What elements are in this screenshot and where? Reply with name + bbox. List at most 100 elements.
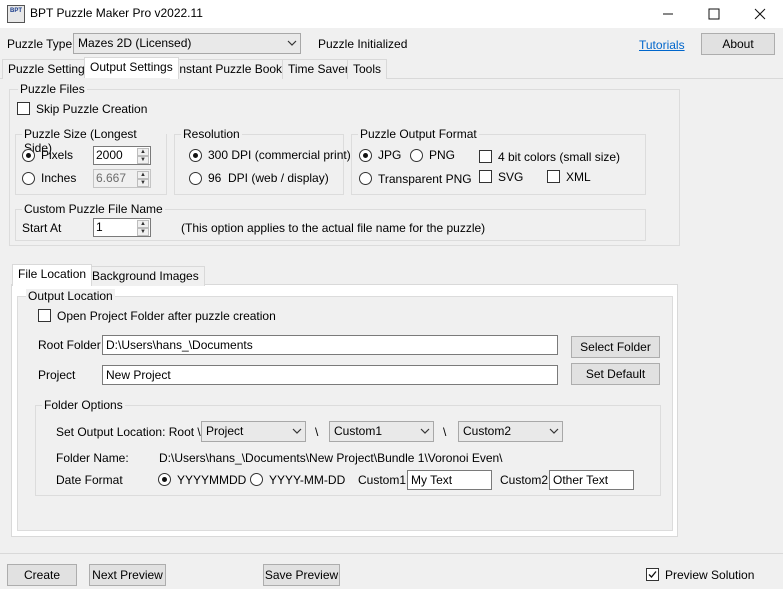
inches-label: Inches: [41, 171, 77, 185]
save-preview-button[interactable]: Save Preview: [263, 564, 340, 586]
set-default-button[interactable]: Set Default: [571, 363, 660, 385]
minimize-icon: [663, 13, 673, 15]
output-location-title: Output Location: [26, 289, 115, 303]
tab-output-settings[interactable]: Output Settings: [84, 57, 179, 79]
output-combo-3[interactable]: Custom2: [458, 421, 563, 442]
tab-joiner: [84, 78, 170, 80]
next-preview-button[interactable]: Next Preview: [89, 564, 166, 586]
puzzle-type-label: Puzzle Type: [7, 37, 73, 51]
set-output-label: Set Output Location: Root \: [56, 425, 201, 439]
pixels-spinner[interactable]: 2000 ▲ ▼: [93, 146, 151, 165]
custom1-label: Custom1:: [358, 473, 410, 487]
output-combo-1[interactable]: Project: [201, 421, 306, 442]
window-title: BPT Puzzle Maker Pro v2022.11: [30, 6, 203, 20]
output-combo-1-value: Project: [206, 424, 244, 438]
date-yyyy-mm-dd-radio[interactable]: [250, 473, 263, 486]
start-at-spinner[interactable]: 1 ▲ ▼: [93, 218, 151, 237]
date-yyyymmdd-label: YYYYMMDD: [177, 473, 247, 487]
maximize-button[interactable]: [691, 0, 737, 28]
bit4-checkbox[interactable]: [479, 150, 492, 163]
close-button[interactable]: [737, 0, 783, 28]
custom2-input[interactable]: Other Text: [549, 470, 634, 490]
xml-label: XML: [566, 170, 591, 184]
transparent-png-radio[interactable]: [359, 172, 372, 185]
tab-background-images[interactable]: Background Images: [86, 266, 205, 286]
open-folder-checkbox[interactable]: [38, 309, 51, 322]
jpg-radio[interactable]: [359, 149, 372, 162]
resolution-group: Resolution: [174, 127, 344, 195]
folder-options-title: Folder Options: [42, 398, 125, 412]
select-folder-button[interactable]: Select Folder: [571, 336, 660, 358]
svg-label: SVG: [498, 170, 524, 184]
output-combo-2[interactable]: Custom1: [329, 421, 434, 442]
status-text: Puzzle Initialized: [318, 37, 408, 51]
output-format-title: Puzzle Output Format: [358, 127, 479, 141]
skip-puzzle-checkbox[interactable]: [17, 102, 30, 115]
chevron-down-icon: [549, 428, 559, 434]
tab-puzzle-settings[interactable]: Puzzle Settings: [2, 59, 97, 79]
pixels-value: 2000: [96, 148, 123, 162]
spin-down-icon[interactable]: ▼: [137, 156, 149, 164]
open-folder-label: Open Project Folder after puzzle creatio…: [57, 309, 276, 323]
transparent-png-label: Transparent PNG: [378, 172, 472, 186]
pixels-radio[interactable]: [22, 149, 35, 162]
folder-name-value: D:\Users\hans_\Documents\New Project\Bun…: [159, 451, 503, 465]
custom-name-note: (This option applies to the actual file …: [181, 221, 486, 235]
about-button[interactable]: About: [701, 33, 775, 55]
svg-checkbox[interactable]: [479, 170, 492, 183]
tab-time-saver[interactable]: Time Saver: [282, 59, 355, 79]
tab-instant-puzzle-books[interactable]: Instant Puzzle Books: [170, 59, 295, 79]
puzzle-type-select[interactable]: Mazes 2D (Licensed): [73, 33, 301, 54]
app-icon-text: BPT: [10, 8, 22, 14]
chevron-down-icon: [292, 428, 302, 434]
spin-down-icon[interactable]: ▼: [137, 228, 149, 236]
skip-puzzle-label: Skip Puzzle Creation: [36, 102, 148, 116]
dpi-96-label: 96 DPI (web / display): [208, 171, 329, 185]
custom-name-title: Custom Puzzle File Name: [22, 202, 165, 216]
tab-tools[interactable]: Tools: [347, 59, 388, 79]
start-at-value: 1: [96, 220, 103, 234]
preview-solution-label: Preview Solution: [665, 568, 755, 582]
date-yyyy-mm-dd-label: YYYY-MM-DD: [269, 473, 346, 487]
spin-up-icon[interactable]: ▲: [137, 148, 149, 156]
output-combo-2-value: Custom1: [334, 424, 383, 438]
create-button[interactable]: Create: [7, 564, 77, 586]
check-icon: [648, 571, 657, 578]
app-icon: BPT: [7, 5, 25, 23]
minimize-button[interactable]: [645, 0, 691, 28]
close-icon: [754, 8, 766, 20]
custom2-label: Custom2:: [500, 473, 552, 487]
resolution-title: Resolution: [181, 127, 242, 141]
spin-up-icon[interactable]: ▲: [137, 171, 149, 179]
path-separator: \: [443, 425, 447, 439]
custom1-input[interactable]: My Text: [407, 470, 492, 490]
tutorials-link[interactable]: Tutorials: [639, 38, 685, 52]
spin-up-icon[interactable]: ▲: [137, 220, 149, 228]
pixels-label: Pixels: [41, 148, 74, 162]
project-input[interactable]: New Project: [102, 365, 558, 385]
date-yyyymmdd-radio[interactable]: [158, 473, 171, 486]
inches-spinner[interactable]: 6.667 ▲ ▼: [93, 169, 151, 188]
preview-solution-checkbox[interactable]: [646, 568, 659, 581]
jpg-label: JPG: [378, 148, 402, 162]
chevron-down-icon: [420, 428, 430, 434]
bit4-label: 4 bit colors (small size): [498, 150, 621, 164]
tab-file-location[interactable]: File Location: [12, 264, 93, 286]
date-format-label: Date Format: [56, 473, 123, 487]
root-folder-input[interactable]: D:\Users\hans_\Documents: [102, 335, 558, 355]
inches-value: 6.667: [96, 171, 127, 185]
png-radio[interactable]: [410, 149, 423, 162]
puzzle-files-title: Puzzle Files: [18, 82, 87, 96]
dpi-96-radio[interactable]: [189, 172, 202, 185]
folder-name-label: Folder Name:: [56, 451, 129, 465]
footer-divider: [0, 553, 783, 554]
project-label: Project: [38, 368, 76, 382]
xml-checkbox[interactable]: [547, 170, 560, 183]
output-combo-3-value: Custom2: [463, 424, 512, 438]
path-separator: \: [315, 425, 319, 439]
dpi-300-radio[interactable]: [189, 149, 202, 162]
start-at-label: Start At: [22, 221, 62, 235]
spin-down-icon[interactable]: ▼: [137, 179, 149, 187]
dpi-300-label: 300 DPI (commercial print): [208, 148, 351, 162]
inches-radio[interactable]: [22, 172, 35, 185]
